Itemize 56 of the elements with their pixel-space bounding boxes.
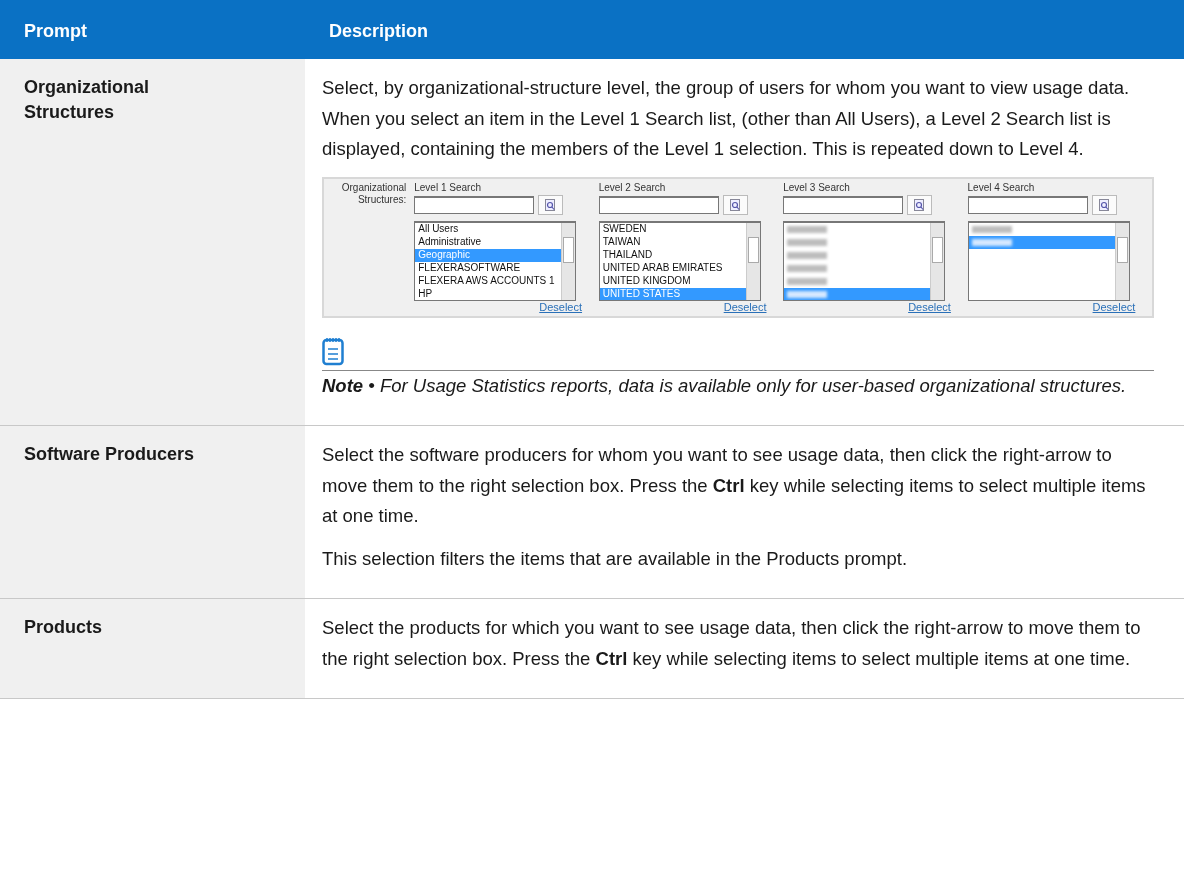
list-item[interactable]: SWEDEN <box>599 222 746 236</box>
list-item[interactable]: All Users <box>415 222 562 236</box>
deselect-link[interactable]: Deselect <box>539 300 583 314</box>
scroll-thumb[interactable] <box>747 236 759 263</box>
list-item[interactable]: THAILAND <box>599 248 746 262</box>
scrollbar[interactable] <box>1114 222 1129 300</box>
prompt-cell: Organizational Structures <box>0 59 305 427</box>
search-icon <box>545 198 557 211</box>
scrollbar[interactable] <box>930 222 945 300</box>
search-label: Level 2 Search <box>598 181 667 194</box>
deselect-link[interactable]: Deselect <box>908 300 951 314</box>
list-box[interactable] <box>967 220 1130 301</box>
search-button[interactable] <box>722 194 748 215</box>
description-text: Select the products for which you want to see usage data, then click the right-arrow to move them to the right selection box. Press the Ctrl key while selecting items to select multiple items at one time. <box>322 616 1142 671</box>
scroll-thumb[interactable] <box>563 236 575 263</box>
prompt-cell: Software Producers <box>0 426 305 600</box>
scroll-thumb[interactable] <box>932 236 944 263</box>
deselect-link[interactable]: Deselect <box>1092 300 1136 314</box>
list-item[interactable]: FLEXERA AWS ACCOUNTS 1 <box>415 274 562 288</box>
search-label: Level 3 Search <box>783 181 851 194</box>
redacted-list-item[interactable] <box>968 235 1115 249</box>
list-item[interactable]: FLEXERASOFTWARE <box>415 261 562 275</box>
search-icon <box>1098 198 1110 211</box>
column-header: Prompt <box>0 0 305 59</box>
search-button[interactable] <box>538 194 564 215</box>
notepad-icon <box>322 335 344 366</box>
list-item[interactable]: TAIWAN <box>599 235 746 249</box>
description-text: Select, by organizational-structure level, the group of users for whom you want to view usage data. When you select an item in the Level 1 Search list, (other than All Users), a Level 2 Search list is displayed, containing the members of the Level 1 selection. This is repeated down to Level 4. <box>322 76 1131 162</box>
list-box[interactable] <box>783 220 946 301</box>
list-item[interactable]: UNITED KINGDOM <box>599 274 746 288</box>
list-box[interactable]: SWEDEN TAIWAN THAILAND UNITED ARAB EMIRATES UNITED KINGDOM UNITED STATES <box>598 220 761 301</box>
search-field[interactable] <box>967 195 1088 214</box>
search-button[interactable] <box>1091 194 1117 215</box>
search-label: Level 1 Search <box>414 181 482 194</box>
search-button[interactable] <box>907 194 933 215</box>
column-header: Description <box>305 0 1184 59</box>
list-item[interactable]: UNITED ARAB EMIRATES <box>599 261 746 275</box>
scrollbar[interactable] <box>561 222 576 300</box>
search-icon <box>729 198 741 211</box>
search-icon <box>914 198 926 211</box>
search-label: Level 4 Search <box>967 181 1036 194</box>
scrollbar[interactable] <box>745 222 760 300</box>
description-text: This selection filters the items that are available in the Products prompt. <box>322 546 909 571</box>
search-field[interactable] <box>783 195 904 214</box>
search-field[interactable] <box>598 195 719 214</box>
list-item[interactable]: Administrative <box>415 235 562 249</box>
description-text: Select the software producers for whom you want to see usage data, then click the right-arrow to move them to the right selection box. Press the Ctrl key while selecting items to select multiple items at one time. <box>322 443 1147 529</box>
list-box[interactable]: All Users Administrative Geographic FLEXERASOFTWARE FLEXERA AWS ACCOUNTS 1 HP <box>414 220 577 301</box>
redacted-list-item[interactable] <box>784 287 931 300</box>
search-field[interactable] <box>414 195 535 214</box>
note-text: Note • For Usage Statistics reports, data is available only for user-based organizational structures. <box>322 373 1128 398</box>
scroll-thumb[interactable] <box>1116 236 1128 263</box>
deselect-link[interactable]: Deselect <box>723 300 767 314</box>
prompt-cell: Products <box>0 599 305 700</box>
list-item[interactable]: HP <box>415 287 562 300</box>
field-label: Organizational Structures: <box>340 181 408 207</box>
